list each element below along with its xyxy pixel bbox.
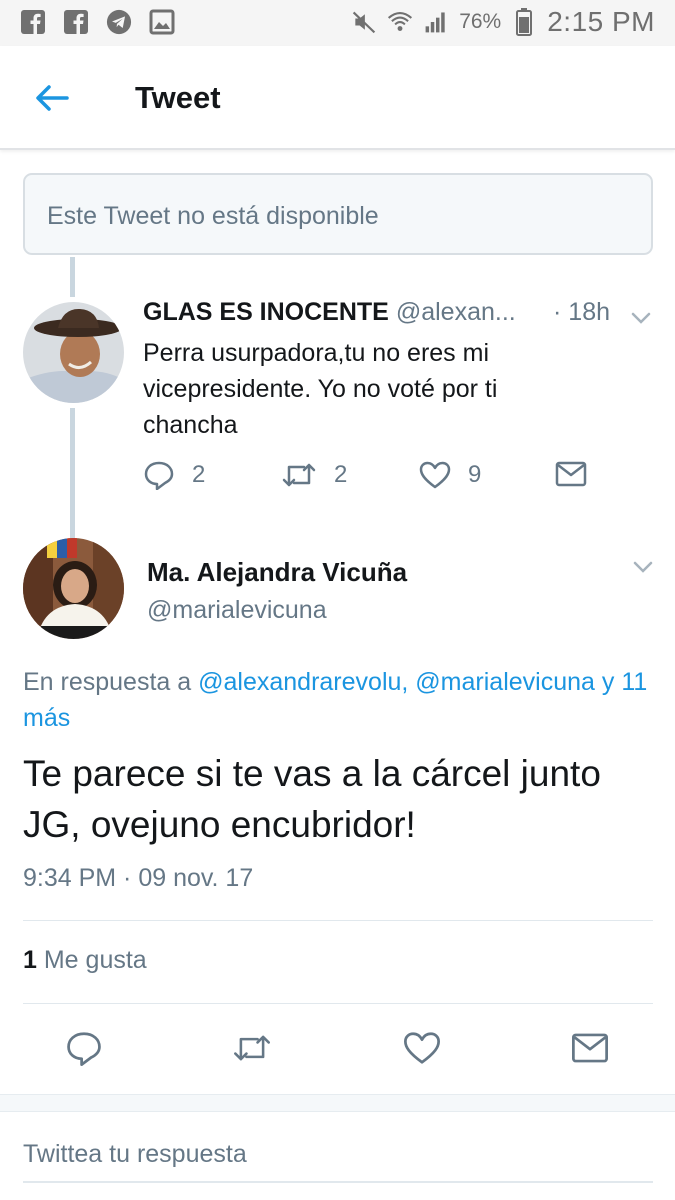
facebook-icon [63,9,89,35]
envelope-icon [555,461,587,487]
reply-author-name[interactable]: GLAS ES INOCENTE [143,298,389,326]
telegram-icon [106,9,132,35]
main-tweet-text: Te parece si te vas a la cárcel junto JG… [23,753,601,845]
divider [23,1003,653,1004]
heart-icon [404,1032,440,1064]
battery-percent: 76% [459,10,502,33]
reply-icon [144,461,174,490]
status-bar: 76% 2:15 PM [0,0,675,46]
wifi-icon [387,9,413,35]
avatar[interactable] [23,302,124,403]
likes-label: Me gusta [43,946,147,974]
main-tweet-timestamp[interactable]: 9:34 PM · 09 nov. 17 [23,864,253,893]
reply-composer [0,1113,675,1200]
reply-icon [67,1032,101,1066]
main-author-handle[interactable]: @marialevicuna [147,596,327,625]
reply-count: 2 [192,461,206,488]
facebook-icon [20,9,46,35]
in-reply-prefix: En respuesta a [23,668,192,696]
heart-icon [419,461,451,489]
chevron-down-icon[interactable] [632,556,654,578]
direct-message-button[interactable] [555,460,587,488]
like-button[interactable] [402,1028,442,1068]
reply-tweet-header: GLAS ES INOCENTE @alexan... · 18h [143,298,653,332]
direct-message-button[interactable] [570,1028,610,1068]
thread-line [70,257,75,297]
reply-tweet-text: Perra usurpadora,tu no eres mi vicepresi… [143,339,498,439]
retweet-count: 2 [334,461,348,488]
retweet-icon [234,1035,270,1061]
mute-icon [351,9,377,35]
retweet-icon [282,463,316,487]
image-icon [149,9,175,35]
divider [23,920,653,921]
in-reply-to: En respuesta a @alexandrarevolu, @marial… [23,664,663,736]
reply-time: · 18h [553,298,610,326]
back-button[interactable] [30,76,74,120]
reply-input[interactable] [23,1127,653,1183]
reply-tweet-actions: 2 2 9 [143,460,603,500]
in-reply-user-link[interactable]: @marialevicuna [415,668,595,696]
retweet-button[interactable] [232,1028,272,1068]
in-reply-user-link[interactable]: @alexandrarevolu, [198,668,408,696]
unavailable-tweet-notice: Este Tweet no está disponible [23,173,653,255]
app-header: Tweet [0,46,675,150]
like-count: 9 [468,461,482,488]
like-button[interactable]: 9 [419,460,481,490]
battery-icon [511,8,537,36]
likes-count: 1 [23,946,37,974]
envelope-icon [572,1033,608,1063]
likes-summary[interactable]: 1 Me gusta [23,946,147,975]
thread-line [70,408,75,538]
avatar[interactable] [23,538,124,639]
signal-icon [423,9,449,35]
reply-button[interactable] [64,1028,104,1068]
back-arrow-icon [36,85,69,111]
reply-author-handle[interactable]: @alexan... [396,298,516,326]
page-title: Tweet [135,80,221,115]
section-separator [0,1094,675,1112]
main-tweet-actions [0,1028,675,1072]
chevron-down-icon[interactable] [630,307,652,329]
main-author-name[interactable]: Ma. Alejandra Vicuña [147,557,407,588]
reply-button[interactable]: 2 [143,460,205,490]
status-time: 2:15 PM [547,6,655,37]
retweet-button[interactable]: 2 [281,460,347,490]
unavailable-text: Este Tweet no está disponible [47,202,379,230]
